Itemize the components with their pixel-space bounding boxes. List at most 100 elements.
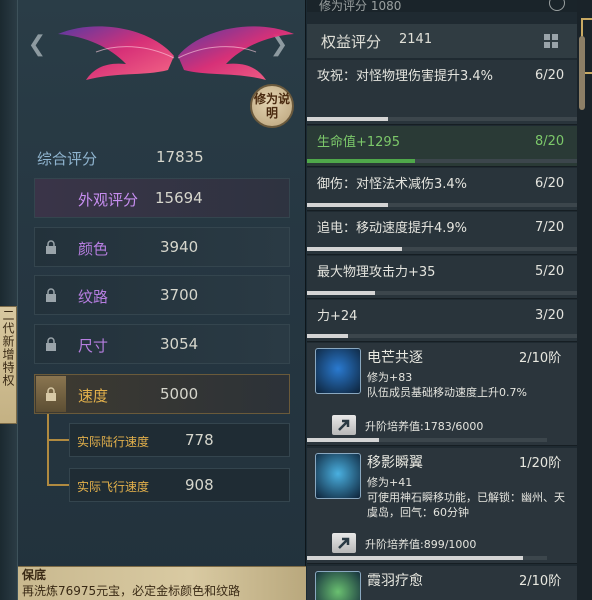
skill-row: 电芒共逐 2/10阶修为+83 队伍成员基础移动速度上升0.7% 升阶培养值:178… (307, 343, 577, 446)
row-value: 3700 (160, 286, 199, 304)
attribute-progress-bar (307, 117, 388, 121)
skill-name: 移影瞬翼 (367, 455, 423, 471)
skill-icon[interactable] (315, 571, 361, 600)
attribute-count: 5/20 (535, 264, 565, 279)
attribute-row: 最大物理攻击力+35 5/20 (307, 256, 577, 299)
row-value: 3054 (160, 335, 199, 353)
row-label: 实际飞行速度 (77, 480, 150, 494)
skill-row: 移影瞬翼 1/20阶修为+41 可使用神石瞬移功能，已解锁：幽州、天虞岛，回气：6… (307, 448, 577, 564)
attribute-count: 8/20 (535, 134, 565, 149)
row-value: 3940 (160, 238, 199, 256)
prev-arrow-icon[interactable]: ❮ (24, 32, 50, 58)
notice-text: 再洗炼76975元宝，必定金标颜色和纹路 (22, 584, 241, 598)
skill-name: 霞羽疗愈 (367, 573, 423, 589)
row-label: 外观评分 (78, 191, 139, 209)
row-label: 颜色 (78, 240, 109, 258)
lock-icon[interactable] (45, 240, 57, 254)
attribute-progress-track (307, 291, 577, 295)
lock-icon[interactable] (45, 337, 57, 351)
skill-row: 霞羽疗愈 2/10阶 (307, 566, 577, 600)
attribute-text: 最大物理攻击力+35 (317, 265, 436, 280)
info-icon[interactable] (549, 0, 565, 11)
skill-level: 1/20阶 (519, 456, 562, 471)
attribute-row: 生命值+1295 8/20 (307, 126, 577, 167)
appearance-score-row: 外观评分 15694 (34, 178, 290, 218)
upgrade-arrow-icon[interactable] (332, 415, 356, 435)
lock-icon[interactable] (45, 387, 57, 401)
row-label: 速度 (78, 387, 109, 405)
attribute-text: 生命值+1295 (317, 135, 400, 150)
attribute-progress-bar (307, 159, 415, 163)
attribute-row: 力+24 3/20 (307, 300, 577, 342)
land-speed-row: 实际陆行速度 778 (69, 423, 290, 457)
row-value: 778 (185, 431, 214, 449)
cultivation-info-button[interactable]: 修为说明 (250, 84, 294, 128)
color-row[interactable]: 颜色 3940 (34, 227, 290, 267)
rights-score-header: 权益评分 2141 (307, 24, 577, 58)
attribute-progress-track (307, 247, 577, 251)
attribute-progress-bar (307, 334, 348, 338)
skill-description: 修为+41 可使用神石瞬移功能，已解锁：幽州、天虞岛，回气：60分钟 (367, 476, 565, 519)
left-edge (0, 0, 18, 600)
attribute-count: 6/20 (535, 176, 565, 191)
skill-icon[interactable] (315, 348, 361, 394)
attribute-progress-bar (307, 291, 375, 295)
total-score-label: 综合评分 (37, 150, 98, 168)
upgrade-arrow-icon[interactable] (332, 533, 356, 553)
attribute-progress-track (307, 117, 577, 121)
rights-score-value: 2141 (399, 32, 433, 47)
attribute-row: 追电：移动速度提升4.9% 7/20 (307, 212, 577, 255)
speed-row[interactable]: 速度 5000 (34, 374, 290, 414)
skill-progress-track (307, 438, 547, 442)
rights-panel: 修为评分 1080 权益评分 2141 攻祝：对怪物理伤害提升3.4% 6/20 生… (307, 0, 577, 600)
row-value: 5000 (160, 385, 199, 403)
skill-description: 修为+83 队伍成员基础移动速度上升0.7% (367, 371, 527, 399)
cultivate-progress-text: 升阶培养值:899/1000 (365, 538, 477, 551)
size-row[interactable]: 尺寸 3054 (34, 324, 290, 364)
row-label: 实际陆行速度 (77, 435, 150, 449)
fly-speed-row: 实际飞行速度 908 (69, 468, 290, 502)
grid-menu-icon[interactable] (544, 34, 558, 48)
attribute-count: 6/20 (535, 68, 565, 83)
attribute-text: 御伤：对怪法术减伤3.4% (317, 177, 468, 192)
attribute-row: 攻祝：对怪物理伤害提升3.4% 6/20 (307, 60, 577, 125)
cultivation-score-strip: 修为评分 1080 (307, 0, 577, 12)
row-label: 尺寸 (78, 337, 109, 355)
attribute-count: 3/20 (535, 308, 565, 323)
skill-progress-bar (307, 556, 523, 560)
wings-preview (58, 26, 294, 80)
attribute-row: 御伤：对怪法术减伤3.4% 6/20 (307, 168, 577, 211)
scroll-thumb[interactable] (579, 36, 585, 110)
appearance-panel: 二代新增特权 ❮ ❯ 修为说明 综合评分 17835 外观评分 15694 颜色… (0, 0, 306, 600)
attribute-text: 力+24 (317, 309, 358, 324)
skill-progress-track (307, 556, 547, 560)
total-score-value: 17835 (156, 148, 204, 166)
scrollbar[interactable] (577, 0, 592, 600)
attribute-progress-track (307, 334, 577, 338)
cultivation-score-text: 修为评分 1080 (319, 0, 402, 12)
attribute-text: 攻祝：对怪物理伤害提升3.4% (317, 69, 494, 84)
cultivate-progress-text: 升阶培养值:1783/6000 (365, 420, 484, 433)
skill-progress-bar (307, 438, 379, 442)
guarantee-notice: 保底 再洗炼76975元宝，必定金标颜色和纹路 (18, 566, 306, 600)
attribute-text: 追电：移动速度提升4.9% (317, 221, 468, 236)
row-label: 纹路 (78, 288, 109, 306)
tree-connector (47, 439, 69, 441)
skill-icon[interactable] (315, 453, 361, 499)
attribute-progress-track (307, 159, 577, 163)
rights-score-label: 权益评分 (321, 33, 382, 51)
skill-level: 2/10阶 (519, 351, 562, 366)
lock-icon[interactable] (45, 288, 57, 302)
row-value: 908 (185, 476, 214, 494)
attribute-progress-track (307, 203, 577, 207)
side-tab-privilege[interactable]: 二代新增特权 (0, 306, 17, 424)
pattern-row[interactable]: 纹路 3700 (34, 275, 290, 315)
attribute-count: 7/20 (535, 220, 565, 235)
attribute-progress-bar (307, 203, 388, 207)
tree-connector (47, 484, 69, 486)
notice-title: 保底 (22, 568, 47, 582)
skill-name: 电芒共逐 (367, 350, 423, 366)
row-value: 15694 (155, 189, 203, 207)
skill-level: 2/10阶 (519, 574, 562, 589)
tree-connector (47, 414, 49, 486)
